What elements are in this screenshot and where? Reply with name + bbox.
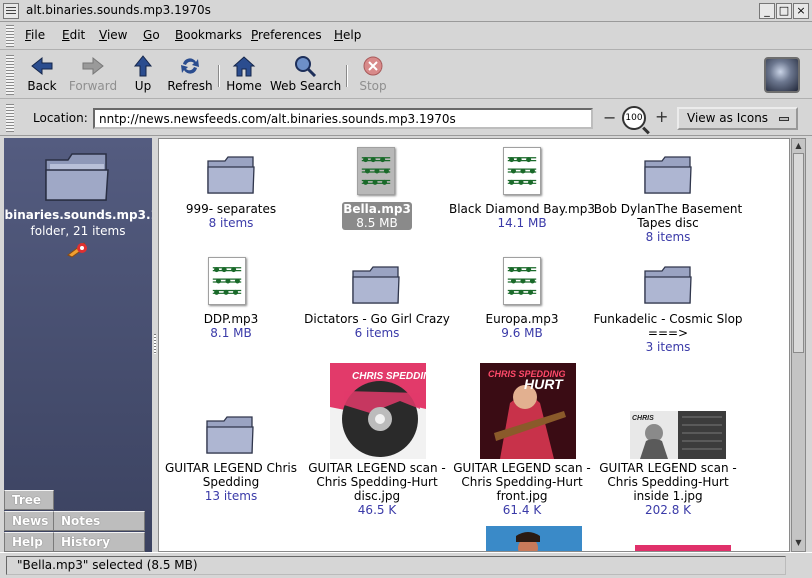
forward-arrow-icon	[82, 56, 104, 76]
back-button[interactable]: Back	[24, 55, 60, 95]
menu-bar: File Edit View Go Bookmarks Preferences …	[0, 22, 812, 50]
item-black-diamond-bay-mp3[interactable]: Black Diamond Bay.mp3 14.1 MB	[447, 139, 597, 249]
scroll-up-icon[interactable]: ▲	[793, 140, 804, 152]
throbber-icon	[764, 57, 800, 93]
menu-help[interactable]: Help	[334, 28, 361, 42]
web-search-icon	[295, 56, 317, 77]
folder-icon	[644, 156, 692, 194]
home-button[interactable]: Home	[226, 55, 262, 95]
partial-thumbnail[interactable]	[635, 545, 731, 551]
item-bella-mp3[interactable]: Bella.mp3 8.5 MB	[302, 139, 452, 249]
item-bob-dylan-basement-tapes[interactable]: Bob DylanThe Basement Tapes disc 8 items	[593, 139, 743, 249]
home-icon	[232, 56, 256, 77]
svg-text:CHRIS SPEDDING: CHRIS SPEDDING	[352, 371, 426, 382]
up-button[interactable]: Up	[128, 55, 158, 95]
toolbar-grip[interactable]	[6, 55, 14, 95]
newsgroup-emblem-icon	[67, 242, 87, 258]
folder-icon	[45, 153, 109, 201]
menu-preferences[interactable]: Preferences	[251, 28, 322, 42]
refresh-button[interactable]: Refresh	[166, 55, 214, 95]
close-icon[interactable]: ×	[793, 3, 809, 19]
menu-go[interactable]: Go	[143, 28, 160, 42]
status-text: "Bella.mp3" selected (8.5 MB)	[6, 556, 786, 575]
file-icon-view[interactable]: 999- separates 8 items Bella.mp3 8.5 MB …	[158, 138, 790, 552]
maximize-icon[interactable]: □	[776, 3, 792, 19]
svg-text:CHRIS: CHRIS	[632, 415, 654, 422]
window-menu-icon[interactable]	[3, 3, 19, 19]
tab-help[interactable]: Help	[4, 532, 54, 552]
stop-icon	[363, 56, 383, 76]
forward-button[interactable]: Forward	[68, 55, 118, 95]
item-999-separates[interactable]: 999- separates 8 items	[159, 139, 306, 249]
window-title: alt.binaries.sounds.mp3.1970s	[26, 3, 211, 17]
menu-file[interactable]: File	[25, 28, 45, 42]
item-guitar-legend-front-jpg[interactable]: CHRIS SPEDDING HURT GUITAR LEGEND scan -…	[447, 361, 597, 521]
item-dictators-go-girl-crazy[interactable]: Dictators - Go Girl Crazy 6 items	[302, 249, 452, 359]
sidebar-subtitle: folder, 21 items	[30, 224, 126, 238]
up-arrow-icon	[133, 55, 153, 77]
option-menu-indicator-icon	[779, 117, 789, 121]
folder-icon	[644, 266, 692, 304]
menubar-grip[interactable]	[6, 25, 14, 47]
location-label: Location:	[33, 111, 88, 125]
item-funkadelic-cosmic-slop[interactable]: Funkadelic - Cosmic Slop ===> 3 items	[593, 249, 743, 359]
locationbar-grip[interactable]	[6, 104, 14, 132]
folder-icon	[207, 156, 255, 194]
location-bar: Location: − 100 + View as Icons	[0, 100, 812, 136]
sidebar: .binaries.sounds.mp3.197 folder, 21 item…	[4, 138, 152, 552]
album-front-thumbnail: CHRIS SPEDDING HURT	[480, 363, 576, 459]
vertical-scrollbar[interactable]: ▲ ▼	[791, 138, 806, 552]
music-file-icon	[208, 257, 246, 305]
scrollbar-thumb[interactable]	[793, 153, 804, 353]
zoom-out-icon[interactable]: −	[603, 108, 616, 127]
tab-news[interactable]: News	[4, 511, 54, 531]
refresh-icon	[181, 58, 199, 74]
stop-button[interactable]: Stop	[355, 55, 391, 95]
sidebar-title: .binaries.sounds.mp3.197	[4, 208, 152, 222]
item-europa-mp3[interactable]: Europa.mp3 9.6 MB	[447, 249, 597, 359]
item-guitar-legend-folder[interactable]: GUITAR LEGEND Chris Spedding 13 items	[159, 361, 306, 511]
music-file-icon	[503, 147, 541, 195]
toolbar-separator	[218, 65, 220, 87]
menu-view[interactable]: View	[99, 28, 127, 42]
tab-notes[interactable]: Notes	[53, 511, 145, 531]
inside-cover-thumbnail: CHRIS	[630, 411, 726, 459]
toolbar-separator	[346, 65, 348, 87]
tab-tree[interactable]: Tree	[4, 490, 54, 510]
tab-history[interactable]: History	[53, 532, 145, 552]
status-bar: "Bella.mp3" selected (8.5 MB)	[0, 552, 812, 578]
svg-text:HURT: HURT	[524, 376, 564, 392]
folder-icon	[352, 266, 400, 304]
web-search-button[interactable]: Web Search	[270, 55, 341, 95]
item-guitar-legend-disc-jpg[interactable]: CHRIS SPEDDING GUITAR LEGEND scan - Chri…	[302, 361, 452, 521]
item-ddp-mp3[interactable]: DDP.mp3 8.1 MB	[159, 249, 306, 359]
music-file-icon	[357, 147, 395, 195]
menu-bookmarks[interactable]: Bookmarks	[175, 28, 242, 42]
view-as-select[interactable]: View as Icons	[677, 107, 798, 130]
menu-edit[interactable]: Edit	[62, 28, 85, 42]
minimize-icon[interactable]: _	[759, 3, 775, 19]
toolbar: Back Forward Up Refresh Home Web Search …	[0, 51, 812, 99]
folder-icon	[206, 416, 254, 454]
zoom-in-icon[interactable]: +	[655, 107, 668, 126]
partial-thumbnail[interactable]	[486, 526, 582, 551]
item-guitar-legend-inside-jpg[interactable]: CHRIS GUITAR LEGEND scan - Chris Speddin…	[593, 361, 743, 521]
back-arrow-icon	[31, 56, 53, 76]
title-bar: alt.binaries.sounds.mp3.1970s _ □ ×	[0, 0, 812, 22]
location-input[interactable]	[93, 108, 593, 129]
music-file-icon	[503, 257, 541, 305]
cd-disc-thumbnail: CHRIS SPEDDING	[330, 363, 426, 459]
scroll-down-icon[interactable]: ▼	[793, 537, 804, 549]
zoom-level[interactable]: 100	[622, 106, 646, 130]
